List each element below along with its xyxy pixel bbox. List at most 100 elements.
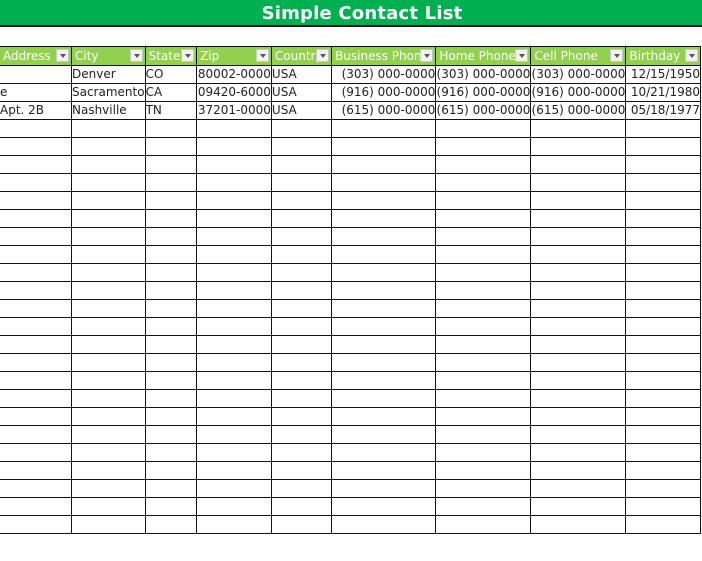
empty-cell[interactable] bbox=[435, 137, 532, 156]
empty-cell[interactable] bbox=[435, 119, 532, 138]
empty-cell[interactable] bbox=[625, 335, 701, 354]
empty-cell[interactable] bbox=[331, 299, 437, 318]
empty-cell[interactable] bbox=[270, 515, 333, 534]
cell-country[interactable]: USA bbox=[270, 101, 333, 120]
empty-cell[interactable] bbox=[70, 227, 146, 246]
empty-cell[interactable] bbox=[70, 515, 146, 534]
empty-cell[interactable] bbox=[435, 209, 532, 228]
empty-cell[interactable] bbox=[530, 137, 627, 156]
empty-cell[interactable] bbox=[435, 515, 532, 534]
empty-cell[interactable] bbox=[70, 335, 146, 354]
empty-cell[interactable] bbox=[435, 443, 532, 462]
empty-cell[interactable] bbox=[435, 155, 532, 174]
empty-cell[interactable] bbox=[0, 335, 72, 354]
empty-cell[interactable] bbox=[435, 461, 532, 480]
empty-cell[interactable] bbox=[144, 227, 198, 246]
empty-cell[interactable] bbox=[530, 335, 627, 354]
empty-cell[interactable] bbox=[270, 227, 333, 246]
empty-cell[interactable] bbox=[530, 281, 627, 300]
filter-dropdown-icon[interactable] bbox=[55, 49, 69, 62]
empty-cell[interactable] bbox=[530, 227, 627, 246]
empty-cell[interactable] bbox=[435, 191, 532, 210]
empty-cell[interactable] bbox=[435, 245, 532, 264]
empty-cell[interactable] bbox=[196, 479, 272, 498]
empty-cell[interactable] bbox=[530, 515, 627, 534]
empty-cell[interactable] bbox=[144, 353, 198, 372]
empty-cell[interactable] bbox=[70, 137, 146, 156]
empty-cell[interactable] bbox=[70, 389, 146, 408]
empty-cell[interactable] bbox=[331, 353, 437, 372]
empty-cell[interactable] bbox=[331, 461, 437, 480]
empty-cell[interactable] bbox=[144, 425, 198, 444]
empty-cell[interactable] bbox=[196, 281, 272, 300]
empty-cell[interactable] bbox=[196, 425, 272, 444]
empty-cell[interactable] bbox=[196, 461, 272, 480]
empty-cell[interactable] bbox=[144, 317, 198, 336]
empty-cell[interactable] bbox=[144, 479, 198, 498]
cell-zip[interactable]: 09420-6000 bbox=[196, 83, 272, 102]
empty-cell[interactable] bbox=[70, 173, 146, 192]
empty-cell[interactable] bbox=[196, 299, 272, 318]
empty-cell[interactable] bbox=[270, 173, 333, 192]
empty-cell[interactable] bbox=[530, 299, 627, 318]
filter-dropdown-icon[interactable] bbox=[255, 49, 269, 62]
empty-cell[interactable] bbox=[70, 155, 146, 174]
empty-cell[interactable] bbox=[530, 245, 627, 264]
empty-cell[interactable] bbox=[0, 389, 72, 408]
cell-address[interactable]: e bbox=[0, 83, 72, 102]
empty-cell[interactable] bbox=[435, 263, 532, 282]
empty-cell[interactable] bbox=[530, 443, 627, 462]
empty-cell[interactable] bbox=[0, 515, 72, 534]
column-header-address[interactable]: Address bbox=[0, 46, 72, 66]
empty-cell[interactable] bbox=[144, 299, 198, 318]
empty-cell[interactable] bbox=[196, 137, 272, 156]
empty-cell[interactable] bbox=[144, 497, 198, 516]
empty-cell[interactable] bbox=[270, 479, 333, 498]
empty-cell[interactable] bbox=[70, 263, 146, 282]
empty-cell[interactable] bbox=[70, 479, 146, 498]
empty-cell[interactable] bbox=[144, 245, 198, 264]
cell-birthday[interactable]: 10/21/1980 bbox=[625, 83, 701, 102]
empty-cell[interactable] bbox=[0, 119, 72, 138]
filter-dropdown-icon[interactable] bbox=[420, 49, 434, 62]
empty-cell[interactable] bbox=[196, 353, 272, 372]
empty-cell[interactable] bbox=[625, 407, 701, 426]
empty-cell[interactable] bbox=[270, 461, 333, 480]
empty-cell[interactable] bbox=[196, 155, 272, 174]
empty-cell[interactable] bbox=[530, 317, 627, 336]
empty-cell[interactable] bbox=[0, 173, 72, 192]
filter-dropdown-icon[interactable] bbox=[685, 49, 698, 62]
empty-cell[interactable] bbox=[435, 281, 532, 300]
cell-address[interactable] bbox=[0, 65, 72, 84]
empty-cell[interactable] bbox=[70, 281, 146, 300]
empty-cell[interactable] bbox=[435, 317, 532, 336]
empty-cell[interactable] bbox=[625, 461, 701, 480]
empty-cell[interactable] bbox=[331, 263, 437, 282]
empty-cell[interactable] bbox=[70, 317, 146, 336]
empty-cell[interactable] bbox=[625, 299, 701, 318]
cell-zip[interactable]: 80002-0000 bbox=[196, 65, 272, 84]
empty-cell[interactable] bbox=[331, 389, 437, 408]
empty-cell[interactable] bbox=[435, 335, 532, 354]
empty-cell[interactable] bbox=[625, 425, 701, 444]
empty-cell[interactable] bbox=[196, 119, 272, 138]
empty-cell[interactable] bbox=[70, 353, 146, 372]
empty-cell[interactable] bbox=[530, 263, 627, 282]
empty-cell[interactable] bbox=[331, 317, 437, 336]
empty-cell[interactable] bbox=[435, 479, 532, 498]
column-header-business-phone[interactable]: Business Phone bbox=[331, 46, 437, 66]
empty-cell[interactable] bbox=[625, 227, 701, 246]
empty-cell[interactable] bbox=[196, 245, 272, 264]
column-header-city[interactable]: City bbox=[70, 46, 146, 66]
cell-state[interactable]: CA bbox=[144, 83, 198, 102]
empty-cell[interactable] bbox=[625, 209, 701, 228]
empty-cell[interactable] bbox=[435, 227, 532, 246]
empty-cell[interactable] bbox=[331, 191, 437, 210]
empty-cell[interactable] bbox=[0, 263, 72, 282]
empty-cell[interactable] bbox=[625, 173, 701, 192]
empty-cell[interactable] bbox=[196, 497, 272, 516]
empty-cell[interactable] bbox=[435, 173, 532, 192]
empty-cell[interactable] bbox=[331, 209, 437, 228]
empty-cell[interactable] bbox=[196, 227, 272, 246]
empty-cell[interactable] bbox=[270, 371, 333, 390]
